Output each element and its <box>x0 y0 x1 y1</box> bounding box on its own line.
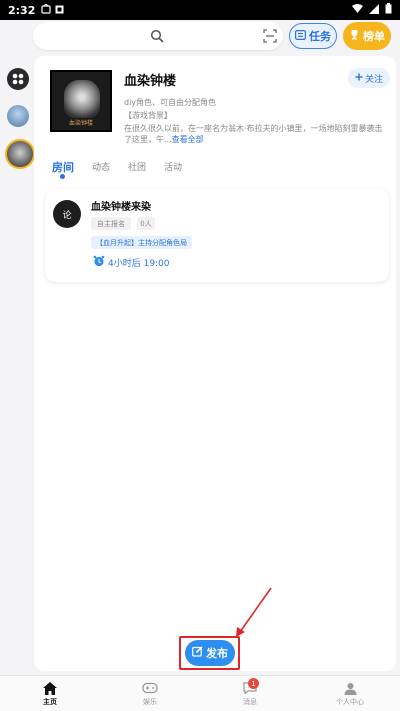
nav-entertainment-label: 娱乐 <box>143 698 157 706</box>
nav-profile-label: 个人中心 <box>336 698 364 706</box>
home-icon <box>43 680 57 696</box>
publish-button[interactable]: 发布 <box>185 640 235 666</box>
bottom-nav: 主页 娱乐 1 消息 个人中心 <box>0 675 400 711</box>
nav-profile[interactable]: 个人中心 <box>300 676 400 711</box>
nav-home[interactable]: 主页 <box>0 676 100 711</box>
edit-icon <box>192 646 203 660</box>
nav-messages[interactable]: 1 消息 <box>200 676 300 711</box>
user-icon <box>344 680 357 696</box>
annotation-arrow <box>236 587 272 637</box>
publish-label: 发布 <box>206 647 228 660</box>
nav-messages-label: 消息 <box>243 698 257 706</box>
unread-badge: 1 <box>248 678 259 689</box>
gamepad-icon <box>142 680 158 696</box>
nav-entertainment[interactable]: 娱乐 <box>100 676 200 711</box>
nav-home-label: 主页 <box>43 698 57 706</box>
